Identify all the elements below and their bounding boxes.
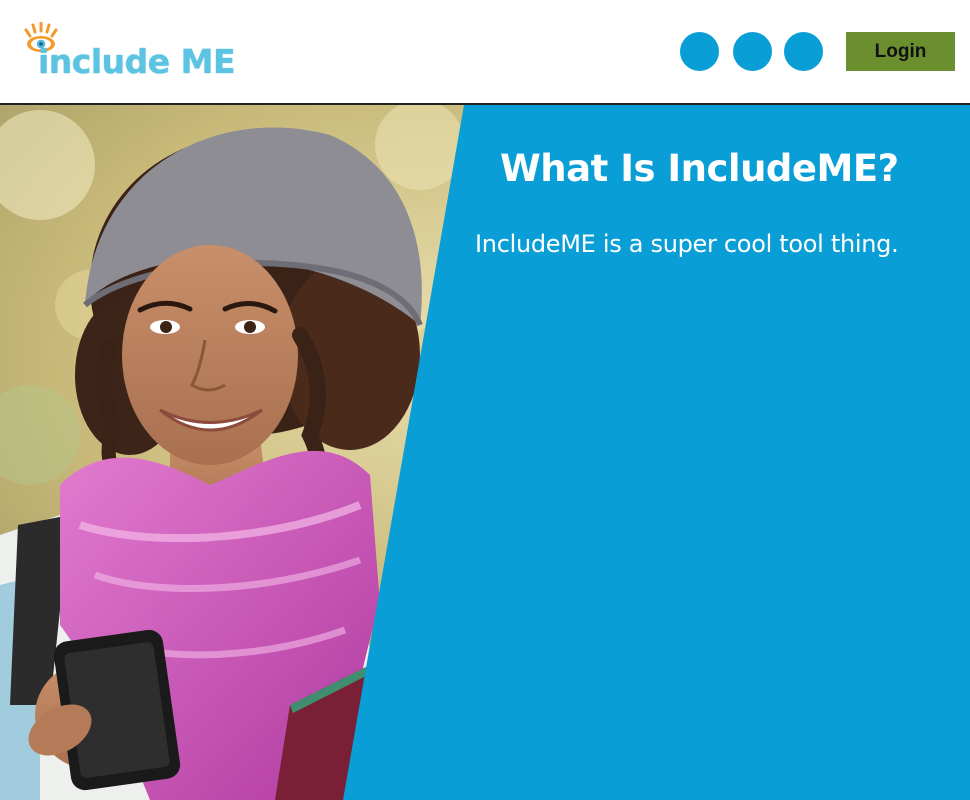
- hero-description: IncludeME is a super cool tool thing.: [475, 230, 899, 258]
- includeme-logo[interactable]: include ME: [24, 22, 236, 82]
- site-header: include ME Login: [0, 0, 970, 105]
- hero-title: What Is IncludeME?: [500, 147, 899, 190]
- logo-text: include ME: [38, 42, 236, 81]
- hero-section: What Is IncludeME? IncludeME is a super …: [0, 105, 970, 800]
- nav-circle-button-1[interactable]: [680, 32, 719, 71]
- nav-circle-button-3[interactable]: [784, 32, 823, 71]
- login-button[interactable]: Login: [846, 32, 955, 71]
- nav-circle-button-2[interactable]: [733, 32, 772, 71]
